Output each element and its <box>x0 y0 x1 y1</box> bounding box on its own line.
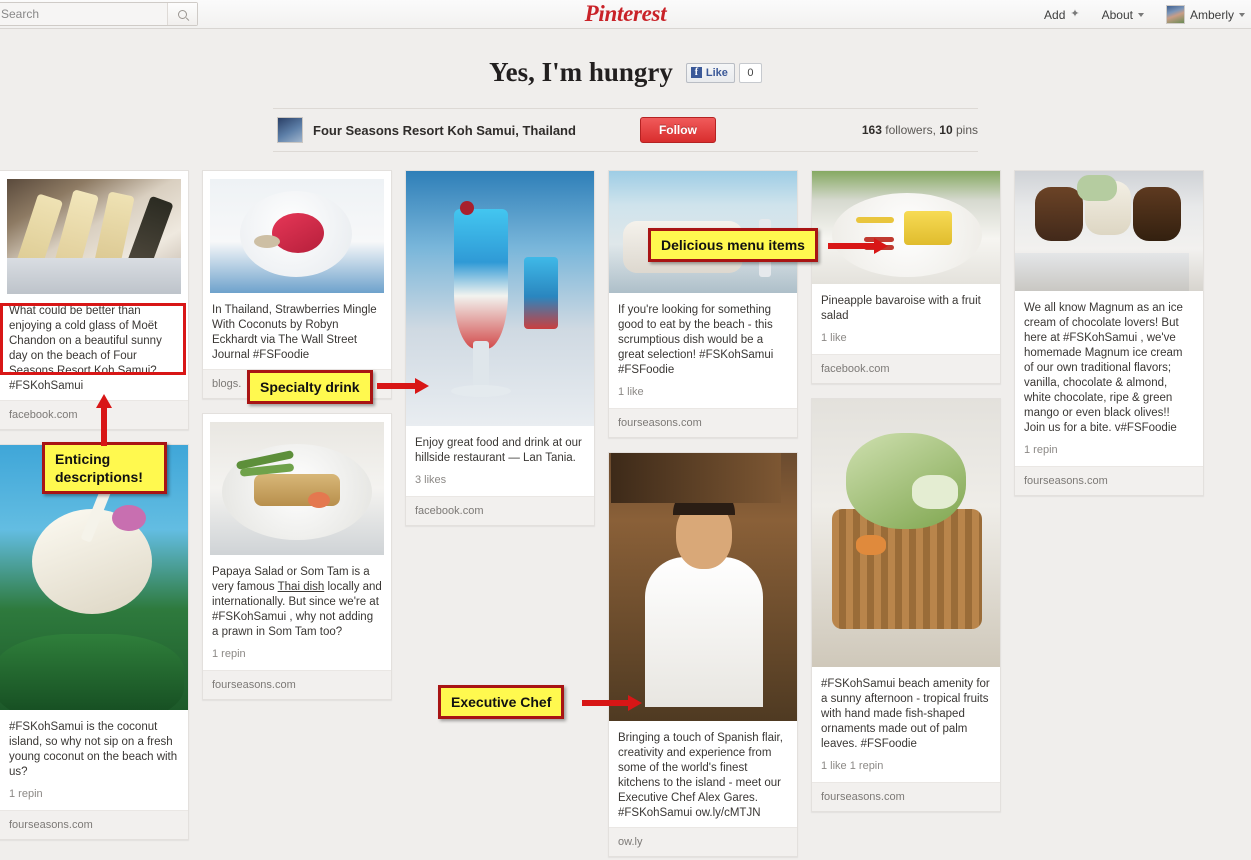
pin-card-magnum[interactable]: We all know Magnum as an ice cream of ch… <box>1014 170 1204 496</box>
facebook-like-count: 0 <box>738 62 762 83</box>
pin-source[interactable]: fourseasons.com <box>609 408 797 437</box>
pin-card-beach-dish[interactable]: If you're looking for something good to … <box>608 170 798 438</box>
pin-image-blue-drink[interactable] <box>406 171 594 426</box>
pin-grid: What could be better than enjoying a col… <box>0 170 1251 857</box>
avatar <box>1165 5 1185 24</box>
pin-source[interactable]: ow.ly <box>609 827 797 856</box>
pin-likes: 3 likes <box>415 474 447 486</box>
pin-image-champagne[interactable] <box>7 179 181 294</box>
owner-avatar[interactable] <box>277 117 303 143</box>
facebook-like-label: Like <box>705 66 728 79</box>
pin-likes: 1 like <box>618 386 644 398</box>
pin-column-2: In Thailand, Strawberries Mingle With Co… <box>202 170 392 700</box>
plus-icon: ✦ <box>1070 8 1080 20</box>
callout-specialty-drink: Specialty drink <box>247 370 373 404</box>
pin-description: #FSKohSamui is the coconut island, so wh… <box>9 721 178 778</box>
thai-dish-link[interactable]: Thai dish <box>278 581 325 593</box>
pin-card-chef[interactable]: Bringing a touch of Spanish flair, creat… <box>608 452 798 857</box>
pin-description: Pineapple bavaroise with a fruit salad <box>821 295 981 322</box>
pin-description: If you're looking for something good to … <box>618 304 774 376</box>
callout-delicious-menu-items: Delicious menu items <box>648 228 818 262</box>
pin-image-palm-basket[interactable] <box>812 399 1000 667</box>
pin-source[interactable]: fourseasons.com <box>203 670 391 699</box>
pin-description: Bringing a touch of Spanish flair, creat… <box>618 732 783 819</box>
arrow-specialty-drink <box>377 378 429 394</box>
board-header: Yes, I'm hungry f Like 0 Four Seasons Re… <box>0 29 1251 152</box>
board-stats: 163 followers, 10 pins <box>862 123 978 137</box>
pin-card-strawberries[interactable]: In Thailand, Strawberries Mingle With Co… <box>202 170 392 399</box>
pin-source[interactable]: fourseasons.com <box>0 810 188 839</box>
arrow-executive-chef <box>582 695 642 711</box>
title-row: Yes, I'm hungry f Like 0 <box>0 57 1251 88</box>
pin-source[interactable]: facebook.com <box>812 354 1000 383</box>
chevron-down-icon <box>1239 12 1245 17</box>
top-navigation-bar: Pinterest Add ✦ About Amberly <box>0 0 1251 29</box>
pin-likes: 1 like 1 repin <box>821 760 884 772</box>
pin-column-1: What could be better than enjoying a col… <box>0 170 189 840</box>
pin-likes: 1 repin <box>9 788 43 800</box>
pin-likes: 1 like <box>821 332 847 344</box>
nav-add[interactable]: Add ✦ <box>1044 8 1080 22</box>
page-title: Yes, I'm hungry <box>489 57 673 87</box>
pins-count: 10 <box>939 123 953 137</box>
pin-image-strawberries[interactable] <box>210 179 384 293</box>
pin-card-papaya[interactable]: Papaya Salad or Som Tam is a very famous… <box>202 413 392 700</box>
pin-card-blue-drink[interactable]: Enjoy great food and drink at our hillsi… <box>405 170 595 526</box>
pin-card-palm-basket[interactable]: #FSKohSamui beach amenity for a sunny af… <box>811 398 1001 812</box>
pin-likes: 1 repin <box>1024 444 1058 456</box>
pin-image-magnum[interactable] <box>1015 171 1203 291</box>
pin-description: What could be better than enjoying a col… <box>9 305 162 392</box>
pin-description: Papaya Salad or Som Tam is a very famous… <box>203 555 391 646</box>
pin-card-pineapple[interactable]: Pineapple bavaroise with a fruit salad 1… <box>811 170 1001 384</box>
pin-description: Enjoy great food and drink at our hillsi… <box>415 437 582 464</box>
pin-column-3: Enjoy great food and drink at our hillsi… <box>405 170 595 526</box>
facebook-like-widget[interactable]: f Like 0 <box>685 62 762 83</box>
pin-source[interactable]: facebook.com <box>406 496 594 525</box>
callout-enticing-descriptions: Enticing descriptions! <box>42 442 167 494</box>
arrow-enticing <box>96 394 112 446</box>
nav-user-label: Amberly <box>1189 7 1234 22</box>
pin-card-coconut[interactable]: #FSKohSamui is the coconut island, so wh… <box>0 444 189 840</box>
pin-description: #FSKohSamui beach amenity for a sunny af… <box>821 678 990 750</box>
pins-label: pins <box>955 123 978 137</box>
pin-column-5: Pineapple bavaroise with a fruit salad 1… <box>811 170 1001 812</box>
pin-column-6: We all know Magnum as an ice cream of ch… <box>1014 170 1204 496</box>
nav-add-label: Add <box>1044 7 1066 22</box>
pin-description: We all know Magnum as an ice cream of ch… <box>1024 302 1183 434</box>
nav-user-menu[interactable]: Amberly <box>1165 5 1245 24</box>
pin-image-papaya[interactable] <box>210 422 384 555</box>
arrow-delicious-menu <box>828 238 888 254</box>
pin-description: In Thailand, Strawberries Mingle With Co… <box>212 304 377 361</box>
chevron-down-icon <box>1137 12 1144 17</box>
nav-right-group: Add ✦ About Amberly <box>1044 0 1245 29</box>
board-owner-row: Four Seasons Resort Koh Samui, Thailand … <box>273 108 978 152</box>
facebook-like-button[interactable]: f Like <box>685 62 735 83</box>
followers-count: 163 <box>861 123 882 137</box>
owner-name[interactable]: Four Seasons Resort Koh Samui, Thailand <box>313 123 576 138</box>
pin-source[interactable]: facebook.com <box>0 400 188 429</box>
pin-column-4: If you're looking for something good to … <box>608 170 798 857</box>
pin-source[interactable]: fourseasons.com <box>812 782 1000 811</box>
pin-image-pineapple[interactable] <box>812 171 1000 284</box>
follow-button[interactable]: Follow <box>639 117 716 143</box>
nav-about-label: About <box>1101 7 1133 22</box>
pin-image-chef[interactable] <box>609 453 797 721</box>
pin-likes: 1 repin <box>212 648 246 660</box>
callout-executive-chef: Executive Chef <box>438 685 565 719</box>
followers-label: followers, <box>885 123 936 137</box>
pin-source[interactable]: fourseasons.com <box>1015 466 1203 495</box>
facebook-icon: f <box>690 67 702 78</box>
pin-card-champagne[interactable]: What could be better than enjoying a col… <box>0 170 189 430</box>
nav-about[interactable]: About <box>1102 8 1144 22</box>
